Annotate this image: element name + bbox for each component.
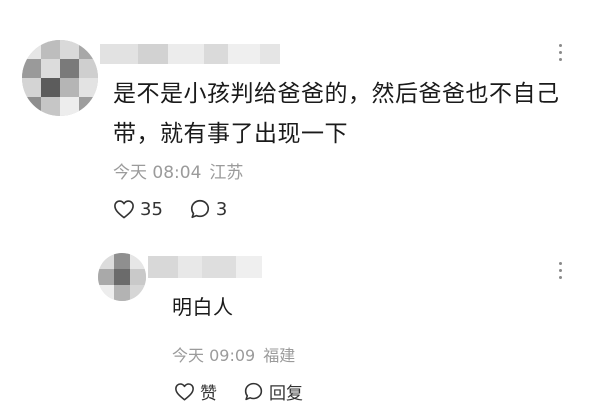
avatar[interactable] [98,253,146,301]
more-icon[interactable] [551,44,569,61]
reply-text: 明白人 [172,295,234,319]
reply-time: 今天 09:09 [172,346,256,365]
reply-button[interactable]: 回复 [243,379,303,404]
heart-icon [114,200,134,219]
like-button[interactable]: 35 [113,199,163,220]
comment-icon [190,199,209,219]
reply-location: 福建 [263,346,296,365]
comment-meta: 今天 08:04 江苏 [113,158,243,183]
reply-label: 回复 [269,384,303,404]
comment-location: 江苏 [209,163,244,183]
comment-actions: 35 3 [113,198,227,220]
like-button[interactable]: 赞 [174,379,217,404]
reply-actions: 赞 回复 [174,379,303,404]
comment-text-line: 是不是小孩判给爸爸的，然后爸爸也不自己 [113,81,560,107]
username-blurred[interactable] [100,44,280,64]
comment-text: 是不是小孩判给爸爸的，然后爸爸也不自己 带，就有事了出现一下 [113,74,583,154]
reply-button[interactable]: 3 [189,198,227,220]
reply-count: 3 [215,198,228,220]
comment-time: 今天 08:04 [113,163,202,183]
like-label: 赞 [200,384,217,404]
like-count: 35 [140,198,163,220]
more-icon[interactable] [551,262,569,279]
comment-icon [244,382,263,401]
reply-meta: 今天 09:09 福建 [172,342,295,366]
heart-icon [175,383,194,401]
avatar[interactable] [22,40,98,116]
comment-text-line: 带，就有事了出现一下 [113,121,348,147]
username-blurred[interactable] [148,256,262,278]
